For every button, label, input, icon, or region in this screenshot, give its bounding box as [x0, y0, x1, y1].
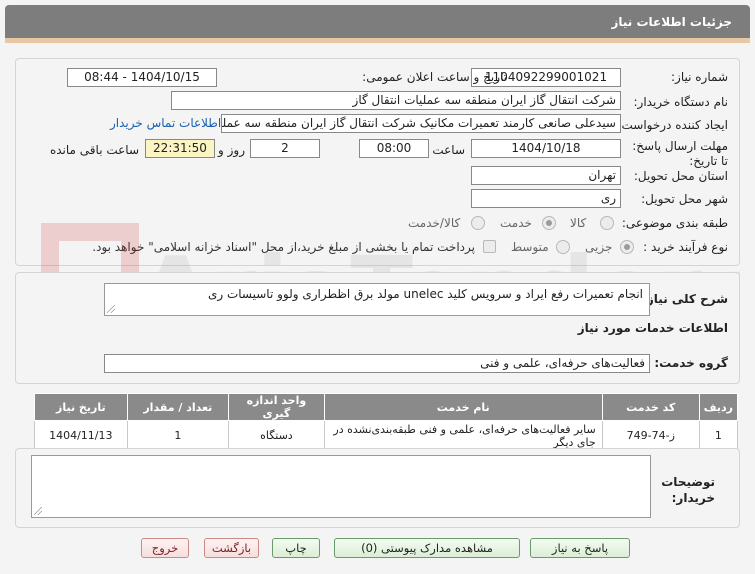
- buyer-name-label: نام دستگاه خریدار:: [633, 95, 729, 109]
- cell-need-date: 1404/11/13: [34, 420, 128, 451]
- col-need-date: تاریخ نیاز: [34, 393, 128, 421]
- resize-grip-icon[interactable]: [34, 507, 42, 515]
- province-label: استان محل تحویل:: [633, 169, 728, 183]
- table-header-row: ردیف کد خدمت نام خدمت واحد اندازه گیری ت…: [34, 393, 739, 421]
- page-title: جزئیات اطلاعات نیاز: [611, 15, 732, 29]
- buyer-name-field: شرکت انتقال گاز ایران منطقه سه عملیات ان…: [171, 91, 621, 110]
- remaining-time-label: ساعت باقی مانده: [49, 143, 139, 157]
- city-label: شهر محل تحویل:: [641, 192, 728, 206]
- table-row: 1 ز-74-749 سایر فعالیت‌های حرفه‌ای، علمی…: [34, 420, 739, 451]
- buyer-notes-textarea[interactable]: [31, 455, 651, 518]
- days-label: روز و: [218, 143, 245, 157]
- days-remaining-field: 2: [250, 139, 320, 158]
- need-number-label: شماره نیاز:: [671, 70, 728, 84]
- col-quantity: تعداد / مقدار: [126, 393, 230, 421]
- announce-date-field: 1404/10/15 - 08:44: [67, 68, 217, 87]
- creator-field: سیدعلی صانعی کارمند تعمیرات مکانیک شرکت …: [221, 114, 621, 133]
- city-field: ری: [471, 189, 621, 208]
- reply-button[interactable]: پاسخ به نیاز: [530, 538, 630, 558]
- service-group-label: گروه خدمت:: [654, 356, 728, 370]
- cell-service-code: ز-74-749: [601, 420, 700, 451]
- col-service-code: کد خدمت: [601, 393, 700, 421]
- remaining-time-field: 22:31:50: [145, 139, 215, 158]
- deadline-label: مهلت ارسال پاسخ: تا تاریخ:: [632, 139, 728, 168]
- cell-quantity: 1: [126, 420, 230, 451]
- buyer-notes-label: توضیحات خریدار:: [661, 475, 715, 505]
- exit-button[interactable]: خروج: [141, 538, 189, 558]
- summary-text: انجام تعمیرات رفع ایراد و سرویس کلید une…: [207, 287, 643, 301]
- services-section-title: اطلاعات خدمات مورد نیاز: [577, 321, 728, 335]
- services-table: ردیف کد خدمت نام خدمت واحد اندازه گیری ت…: [34, 393, 739, 451]
- announce-date-label: تاریخ و ساعت اعلان عمومی:: [362, 70, 507, 84]
- buyer-contact-link[interactable]: اطلاعات تماس خریدار: [110, 116, 221, 130]
- cell-unit: دستگاه: [228, 420, 325, 451]
- back-button[interactable]: بازگشت: [204, 538, 259, 558]
- cell-service-name: سایر فعالیت‌های حرفه‌ای، علمی و فنی طبقه…: [323, 420, 603, 451]
- province-field: تهران: [471, 166, 621, 185]
- deadline-time-field: 08:00: [359, 139, 429, 158]
- creator-label: ایجاد کننده درخواست:: [617, 118, 728, 132]
- resize-grip-icon[interactable]: [107, 305, 115, 313]
- deadline-date-field: 1404/10/18: [471, 139, 621, 158]
- print-button[interactable]: چاپ: [272, 538, 320, 558]
- col-unit: واحد اندازه گیری: [228, 393, 325, 421]
- summary-textarea[interactable]: انجام تعمیرات رفع ایراد و سرویس کلید une…: [104, 283, 650, 316]
- col-row: ردیف: [698, 393, 739, 421]
- col-service-name: نام خدمت: [323, 393, 603, 421]
- service-group-field: فعالیت‌های حرفه‌ای، علمی و فنی: [104, 354, 650, 373]
- summary-label: شرح کلی نیاز:: [642, 292, 728, 306]
- deadline-time-label: ساعت: [432, 143, 465, 157]
- page-header: جزئیات اطلاعات نیاز: [5, 5, 750, 43]
- view-attachments-button[interactable]: مشاهده مدارک پیوستی (0): [334, 538, 520, 558]
- cell-row: 1: [698, 420, 739, 451]
